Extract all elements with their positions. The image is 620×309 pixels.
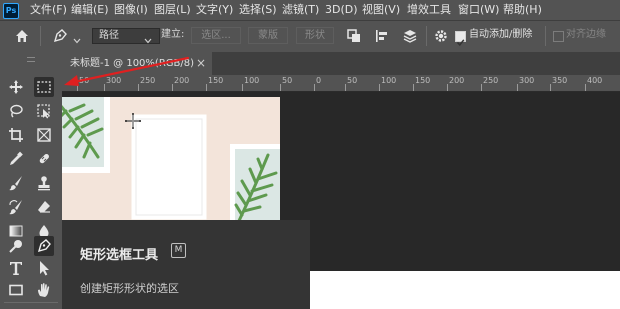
- separator: [426, 26, 427, 46]
- gear-icon[interactable]: [433, 28, 449, 44]
- tooltip-description: 创建矩形形状的选区: [80, 282, 179, 295]
- frame-tool-icon[interactable]: [34, 125, 54, 145]
- ruler-label: 250: [483, 76, 499, 85]
- ruler-tick: [585, 84, 586, 91]
- pen-tool-icon[interactable]: [52, 28, 68, 44]
- auto-add-delete-label[interactable]: 自动添加/删除: [469, 28, 532, 42]
- make-label: 建立:: [161, 29, 185, 40]
- ruler-label: 150: [415, 76, 431, 85]
- crosshair-cursor-icon: [124, 112, 142, 130]
- chevron-down-icon[interactable]: [143, 31, 153, 44]
- make-selection-button[interactable]: 选区...: [191, 27, 241, 44]
- ruler-label: 400: [587, 76, 603, 85]
- blank-region: [310, 271, 620, 309]
- type-tool-icon[interactable]: [6, 258, 26, 278]
- align-edges-label[interactable]: 对齐边缘: [566, 28, 606, 42]
- chevron-down-icon[interactable]: [72, 31, 82, 44]
- menu-filter[interactable]: 滤镜(T): [282, 0, 319, 20]
- make-mask-button[interactable]: 蒙版: [248, 27, 288, 44]
- path-arrangement-icon[interactable]: [402, 28, 418, 44]
- panel-grip: [27, 57, 35, 62]
- separator: [545, 26, 546, 46]
- object-selection-tool-icon[interactable]: [34, 101, 54, 121]
- ruler-label: 50: [347, 76, 358, 85]
- ruler-label: 50: [282, 76, 293, 85]
- separator: [40, 26, 41, 46]
- pen-mode-value: 路径: [99, 30, 119, 41]
- menu-help[interactable]: 帮助(H): [503, 0, 542, 20]
- ruler-tick: [280, 84, 281, 91]
- eraser-tool-icon[interactable]: [34, 197, 54, 217]
- eyedropper-tool-icon[interactable]: [6, 149, 26, 169]
- ruler-label: 0: [316, 76, 322, 85]
- ruler-label: 100: [381, 76, 397, 85]
- ruler-tick: [345, 84, 346, 91]
- path-selection-tool-icon[interactable]: [34, 258, 54, 278]
- hand-tool-icon[interactable]: [34, 280, 54, 300]
- align-edges-checkbox[interactable]: [553, 31, 564, 42]
- ruler-label: 200: [449, 76, 465, 85]
- menu-edit[interactable]: 编辑(E): [71, 0, 109, 20]
- menu-layer[interactable]: 图层(L): [154, 0, 191, 20]
- ruler-tick: [379, 84, 380, 91]
- tooltip-shortcut-badge: M: [171, 243, 186, 258]
- ruler-tick: [413, 84, 414, 91]
- ruler-label: 300: [519, 76, 535, 85]
- pen-tool-icon[interactable]: [34, 236, 54, 256]
- clone-stamp-tool-icon[interactable]: [34, 173, 54, 193]
- auto-add-delete-checkbox[interactable]: [455, 31, 466, 47]
- move-tool-icon[interactable]: [6, 77, 26, 97]
- annotation-arrow-icon: [60, 56, 190, 90]
- ruler-tick: [242, 84, 243, 91]
- make-shape-button[interactable]: 形状: [296, 27, 334, 44]
- rectangle-tool-icon[interactable]: [6, 280, 26, 300]
- rectangular-marquee-icon[interactable]: [34, 77, 54, 97]
- path-operations-icon[interactable]: [346, 28, 362, 44]
- photoshop-logo: Ps: [3, 3, 19, 19]
- menu-image[interactable]: 图像(I): [114, 0, 148, 20]
- brush-tool-icon[interactable]: [6, 173, 26, 193]
- close-icon[interactable]: ×: [196, 52, 206, 75]
- ruler-label: 100: [244, 76, 260, 85]
- ruler-tick: [206, 84, 207, 91]
- crop-tool-icon[interactable]: [6, 125, 26, 145]
- home-icon[interactable]: [14, 28, 30, 44]
- canvas-image[interactable]: [62, 97, 280, 220]
- ruler-tick: [517, 84, 518, 91]
- ruler-tick: [481, 84, 482, 91]
- path-alignment-icon[interactable]: [374, 28, 390, 44]
- ruler-tick: [550, 84, 551, 91]
- menu-3d[interactable]: 3D(D): [325, 0, 358, 20]
- menu-type[interactable]: 文字(Y): [196, 0, 233, 20]
- tools-divider: [4, 302, 58, 303]
- menu-select[interactable]: 选择(S): [239, 0, 277, 20]
- tooltip-title: 矩形选框工具: [80, 248, 159, 263]
- ruler-tick: [314, 84, 315, 91]
- lasso-tool-icon[interactable]: [6, 101, 26, 121]
- menu-view[interactable]: 视图(V): [362, 0, 400, 20]
- history-brush-tool-icon[interactable]: [6, 197, 26, 217]
- dodge-tool-icon[interactable]: [6, 236, 26, 256]
- ruler-label: 150: [208, 76, 224, 85]
- menu-plugins[interactable]: 增效工具: [407, 0, 451, 20]
- ruler-label: 350: [552, 76, 568, 85]
- menu-file[interactable]: 文件(F): [30, 0, 67, 20]
- menu-window[interactable]: 窗口(W): [458, 0, 499, 20]
- ruler-tick: [447, 84, 448, 91]
- healing-brush-tool-icon[interactable]: [34, 149, 54, 169]
